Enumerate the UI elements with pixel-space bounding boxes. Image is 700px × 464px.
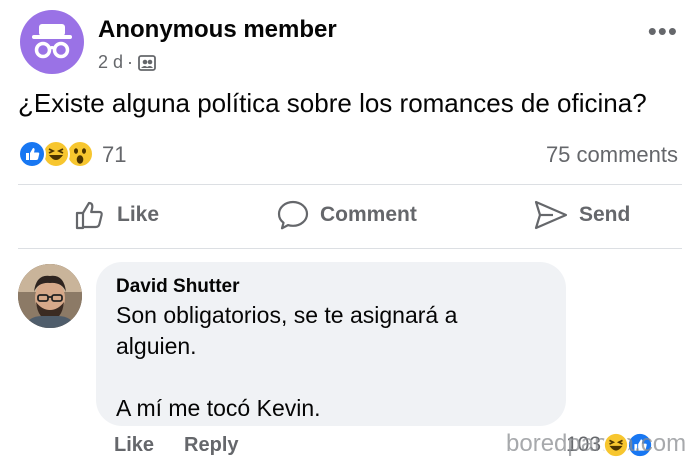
thumbs-up-icon	[75, 201, 103, 230]
meta-separator: ·	[127, 52, 134, 72]
post-author[interactable]: Anonymous member	[98, 16, 337, 44]
group-audience-icon	[138, 54, 156, 71]
comment-line: alguien.	[116, 333, 197, 359]
like-button[interactable]: Like	[73, 198, 159, 232]
comment-label: Comment	[320, 203, 417, 226]
comment-line: A mí me tocó Kevin.	[116, 395, 321, 421]
comments-count[interactable]: 75 comments	[546, 142, 678, 168]
more-options-icon[interactable]: •••	[648, 16, 678, 47]
send-button[interactable]: Send	[533, 198, 630, 232]
anonymous-avatar[interactable]	[20, 10, 84, 74]
comment-button[interactable]: Comment	[276, 198, 417, 232]
haha-reaction-icon	[603, 432, 630, 458]
comment-line: Son obligatorios, se te asignará a	[116, 302, 458, 328]
comment-actions: Like Reply	[114, 434, 239, 457]
comment-bubble-icon	[277, 200, 309, 230]
post-time[interactable]: 2 d	[98, 52, 123, 73]
comment-reply-button[interactable]: Reply	[184, 434, 238, 457]
like-label: Like	[117, 203, 160, 226]
reaction-icons[interactable]	[18, 140, 94, 168]
incognito-icon	[32, 24, 72, 59]
send-label: Send	[579, 203, 631, 226]
like-reaction-icon	[18, 140, 46, 168]
divider	[18, 184, 682, 185]
divider	[18, 248, 682, 249]
post-text: ¿Existe alguna política sobre los romanc…	[18, 88, 647, 118]
profile-photo	[18, 264, 82, 328]
reaction-count[interactable]: 71	[102, 142, 126, 168]
reactions-summary: 71 75 comments	[18, 140, 682, 170]
send-arrow-icon	[534, 200, 568, 230]
haha-reaction-icon	[42, 140, 70, 168]
comment-bubble: David Shutter Son obligatorios, se te as…	[96, 262, 566, 426]
post-meta: 2 d ·	[98, 52, 157, 73]
commenter-avatar[interactable]	[18, 264, 82, 328]
commenter-name[interactable]: David Shutter	[116, 276, 546, 298]
comment-text: Son obligatorios, se te asignará a algui…	[116, 300, 546, 424]
post-actions-bar: Like Comment Send	[18, 190, 682, 242]
post-header: Anonymous member 2 d · •••	[20, 10, 680, 80]
wow-reaction-icon	[66, 140, 94, 168]
comment-like-button[interactable]: Like	[114, 434, 154, 457]
watermark: boredpanda.com	[506, 430, 687, 457]
